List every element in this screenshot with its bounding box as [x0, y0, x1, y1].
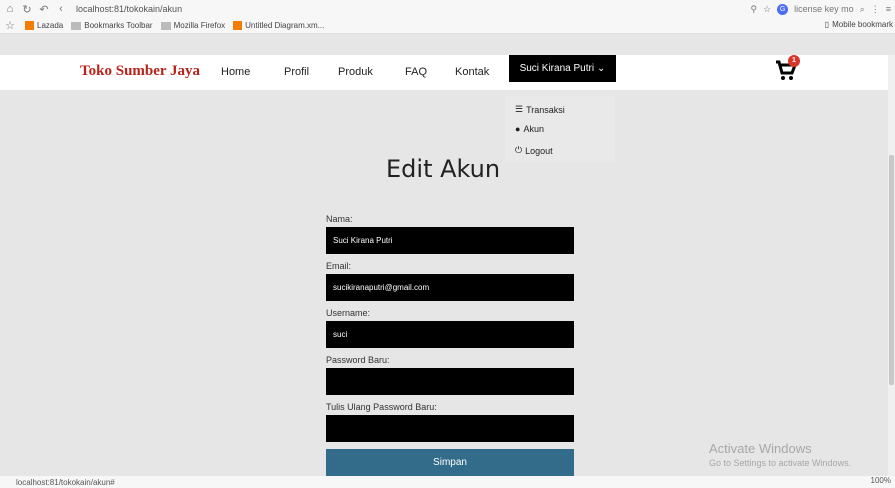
scrollbar[interactable]: [888, 55, 895, 476]
diagram-icon: [233, 21, 243, 30]
home-icon[interactable]: ⌂: [3, 3, 17, 15]
browser-toolbar: ⌂ ↻ ↶ ‹ localhost:81/tokokain/akun ⚲ ☆ G…: [0, 0, 895, 18]
mobile-bookmarks[interactable]: ▯ Mobile bookmark: [825, 20, 893, 29]
dropdown-logout[interactable]: ⏻ Logout: [515, 145, 553, 156]
address-bar[interactable]: localhost:81/tokokain/akun: [76, 4, 182, 14]
email-input[interactable]: sucikiranaputri@gmail.com: [326, 274, 574, 301]
nav-home[interactable]: Home: [221, 66, 250, 78]
nav-produk[interactable]: Produk: [338, 66, 373, 78]
username-input[interactable]: suci: [326, 321, 574, 348]
save-button[interactable]: Simpan: [326, 449, 574, 476]
chevron-down-icon: ⌄: [597, 63, 606, 74]
nav-faq[interactable]: FAQ: [405, 66, 427, 78]
hamburger-icon[interactable]: ≡: [886, 4, 891, 14]
search-box[interactable]: license key mo: [794, 4, 854, 14]
bookmark-firefox[interactable]: Mozilla Firefox: [160, 21, 225, 30]
repeat-password-label: Tulis Ulang Password Baru:: [326, 402, 437, 412]
user-menu-button[interactable]: Suci Kirana Putri ⌄: [509, 55, 616, 82]
phone-icon: ▯: [824, 20, 830, 29]
nav-kontak[interactable]: Kontak: [455, 66, 489, 78]
cart-badge: 1: [788, 55, 800, 67]
back-icon[interactable]: ‹: [54, 3, 68, 15]
status-url: localhost:81/tokokain/akun#: [16, 478, 115, 487]
site-navbar: Toko Sumber Jaya Home Profil Produk FAQ …: [0, 55, 895, 90]
dropdown-akun[interactable]: ● Akun: [515, 124, 544, 134]
list-icon: ☰: [515, 104, 524, 114]
email-label: Email:: [326, 261, 352, 271]
folder-icon: [160, 21, 171, 30]
lazada-icon: [25, 21, 34, 30]
password-input[interactable]: [326, 368, 574, 395]
reload-icon[interactable]: ↻: [20, 3, 34, 16]
name-label: Nama:: [326, 214, 353, 224]
bookmark-diagram[interactable]: Untitled Diagram.xm...: [233, 21, 324, 30]
password-label: Password Baru:: [326, 355, 390, 365]
bookmark-toolbar[interactable]: Bookmarks Toolbar: [71, 21, 153, 30]
activate-windows-watermark: Activate Windows Go to Settings to activ…: [709, 441, 852, 468]
folder-icon: [71, 21, 82, 30]
repeat-password-input[interactable]: [326, 415, 574, 442]
nav-profil[interactable]: Profil: [284, 66, 309, 78]
menu-dots-icon[interactable]: ⋮: [871, 4, 880, 15]
status-bar: localhost:81/tokokain/akun# 100%: [0, 476, 895, 488]
dropdown-transaksi[interactable]: ☰ Transaksi: [515, 104, 565, 115]
bookmark-star-icon[interactable]: ☆: [3, 19, 17, 32]
power-icon: ⏻: [515, 145, 523, 155]
scroll-thumb[interactable]: [889, 155, 894, 385]
brand-logo[interactable]: Toko Sumber Jaya: [80, 63, 200, 80]
user-icon: ●: [515, 124, 521, 134]
zoom-level: 100%: [870, 476, 891, 485]
cart-button[interactable]: 1: [774, 55, 800, 83]
bookmark-lazada[interactable]: Lazada: [25, 21, 63, 30]
page-title: Edit Akun: [386, 155, 501, 183]
bookmarks-bar: ☆ Lazada Bookmarks Toolbar Mozilla Firef…: [0, 18, 895, 34]
extension-icon[interactable]: ⚲: [750, 4, 757, 15]
search-engine-icon[interactable]: G: [777, 3, 789, 15]
user-name: Suci Kirana Putri: [519, 63, 595, 74]
username-label: Username:: [326, 308, 371, 318]
undo-icon[interactable]: ↶: [37, 3, 51, 16]
user-dropdown: ☰ Transaksi ● Akun ⏻ Logout: [505, 96, 615, 162]
star-icon[interactable]: ☆: [763, 4, 771, 15]
search-icon[interactable]: ⌕: [860, 4, 865, 15]
name-input[interactable]: Suci Kirana Putri: [326, 227, 574, 254]
